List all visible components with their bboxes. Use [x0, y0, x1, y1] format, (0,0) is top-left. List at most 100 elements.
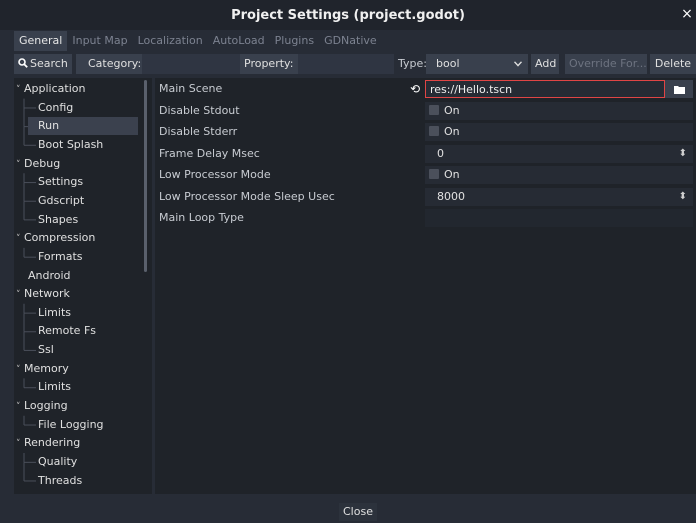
- checkbox-icon[interactable]: [429, 126, 439, 136]
- tree-item-limits[interactable]: Limits: [28, 378, 138, 396]
- tree-item-label: Network: [24, 287, 70, 301]
- type-select[interactable]: bool: [426, 54, 528, 74]
- type-select-value: bool: [436, 57, 460, 70]
- close-button[interactable]: Close: [339, 503, 377, 521]
- property-label: Low Processor Mode Sleep Usec: [159, 189, 335, 203]
- main-scene-path-field[interactable]: res://Hello.tscn: [425, 80, 665, 98]
- dialog-footer: Close: [0, 494, 696, 523]
- property-label: Disable Stderr: [159, 125, 238, 138]
- expand-chevron-icon[interactable]: ˅: [16, 286, 24, 304]
- tree-item-android[interactable]: Android: [16, 267, 138, 285]
- property-label: Main Loop Type: [159, 211, 244, 224]
- tree-item-label: Run: [38, 119, 60, 133]
- property-inspector: Main Scene ⟲ res://Hello.tscn Disable Stdou…: [155, 78, 696, 494]
- add-button[interactable]: Add: [531, 54, 559, 74]
- expand-chevron-icon[interactable]: ˅: [16, 435, 24, 453]
- tab-autoload[interactable]: AutoLoad: [208, 31, 270, 51]
- property-label: Disable Stdout: [159, 103, 240, 117]
- expand-chevron-icon[interactable]: ˅: [16, 361, 24, 379]
- number-spinbox[interactable]: 8000 ⬍: [425, 187, 693, 206]
- tree-item-label: Android: [28, 268, 71, 282]
- expand-chevron-icon[interactable]: ˅: [16, 156, 24, 174]
- bool-checkbox[interactable]: On: [425, 123, 693, 141]
- bool-checkbox[interactable]: On: [425, 101, 693, 120]
- category-label: Category:: [76, 54, 142, 74]
- property-label: Frame Delay Msec: [159, 146, 260, 160]
- tab-gdnative[interactable]: GDNative: [319, 31, 382, 51]
- property-label: Property:: [240, 54, 298, 74]
- tree-item-label: Memory: [24, 361, 69, 375]
- tree-item-network[interactable]: ˅ Network: [16, 285, 138, 303]
- tree-item-label: Shapes: [38, 212, 79, 226]
- tree-item-config[interactable]: Config: [28, 99, 138, 117]
- tree-item-rendering[interactable]: ˅ Rendering: [16, 434, 138, 452]
- search-icon: [18, 58, 28, 68]
- tab-plugins[interactable]: Plugins: [270, 31, 319, 51]
- tree-item-shapes[interactable]: Shapes: [28, 211, 138, 229]
- tree-item-label: Remote Fs: [38, 324, 96, 338]
- tree-item-quality[interactable]: Quality: [28, 453, 138, 471]
- tree-item-application[interactable]: ˅ Application: [16, 80, 138, 98]
- tree-item-label: Quality: [38, 455, 78, 468]
- tree-item-remote-fs[interactable]: Remote Fs: [28, 322, 138, 340]
- override-for-button[interactable]: Override For...: [565, 54, 647, 74]
- tree-scrollbar[interactable]: [144, 80, 147, 272]
- tree-item-compression[interactable]: ˅ Compression: [16, 229, 138, 247]
- checkbox-icon[interactable]: [429, 169, 439, 179]
- tree-item-label: Limits: [38, 380, 71, 394]
- spinner-arrows-icon[interactable]: ⬍: [679, 188, 687, 206]
- revert-icon[interactable]: ⟲: [410, 80, 420, 98]
- expand-chevron-icon[interactable]: ˅: [16, 81, 24, 99]
- tree-item-run[interactable]: Run: [28, 117, 138, 136]
- tree-item-logging[interactable]: ˅ Logging: [16, 397, 138, 415]
- tree-item-label: Compression: [24, 231, 96, 245]
- folder-icon: [673, 85, 685, 94]
- tree-item-label: Limits: [38, 305, 71, 319]
- browse-folder-button[interactable]: [665, 80, 693, 98]
- tab-localization[interactable]: Localization: [133, 31, 208, 51]
- title-bar: Project Settings (project.godot) ×: [0, 0, 696, 30]
- tree-item-threads[interactable]: Threads: [28, 472, 138, 490]
- tree-item-formats[interactable]: Formats: [28, 248, 138, 266]
- tree-item-gdscript[interactable]: Gdscript: [28, 192, 138, 210]
- search-button[interactable]: Search: [14, 54, 72, 74]
- category-input[interactable]: [142, 54, 240, 74]
- search-label: Search: [30, 57, 68, 70]
- tab-input-map[interactable]: Input Map: [67, 31, 132, 51]
- tab-general[interactable]: General: [14, 31, 68, 51]
- expand-chevron-icon[interactable]: ˅: [16, 398, 24, 416]
- type-label: Type:: [398, 57, 427, 70]
- property-label: Main Scene: [159, 82, 223, 95]
- close-icon[interactable]: ×: [680, 6, 694, 22]
- spinbox-value: 8000: [437, 189, 465, 203]
- tree-item-settings[interactable]: Settings: [28, 173, 138, 191]
- chevron-down-icon: [514, 61, 522, 67]
- property-label: Low Processor Mode: [159, 168, 271, 181]
- text-field[interactable]: [425, 209, 693, 227]
- tree-item-boot-splash[interactable]: Boot Splash: [28, 136, 138, 154]
- expand-chevron-icon[interactable]: ˅: [16, 230, 24, 248]
- tree-item-label: Threads: [38, 473, 83, 487]
- category-tree: ˅ Application Config Run Boot Splash ˅ Debug Se…: [14, 78, 152, 494]
- tree-item-label: Ssl: [38, 343, 54, 357]
- tree-item-label: Settings: [38, 175, 84, 189]
- spinbox-value: 0: [437, 146, 444, 160]
- delete-button[interactable]: Delete: [650, 54, 696, 74]
- spinner-arrows-icon[interactable]: ⬍: [679, 145, 687, 163]
- checkbox-label: On: [444, 168, 460, 181]
- settings-tabs: General Input Map Localization AutoLoad Plug…: [14, 31, 382, 51]
- tree-item-ssl[interactable]: Ssl: [28, 341, 138, 359]
- tree-item-memory[interactable]: ˅ Memory: [16, 360, 138, 378]
- number-spinbox[interactable]: 0 ⬍: [425, 144, 693, 163]
- bool-checkbox[interactable]: On: [425, 166, 693, 184]
- window-title: Project Settings (project.godot): [231, 7, 465, 23]
- checkbox-label: On: [444, 103, 460, 117]
- tree-item-limits[interactable]: Limits: [28, 304, 138, 322]
- tree-item-file-logging[interactable]: File Logging: [28, 416, 138, 434]
- tree-item-label: Logging: [24, 399, 68, 413]
- tree-item-label: Debug: [24, 156, 61, 170]
- tree-item-label: Rendering: [24, 436, 81, 450]
- checkbox-icon[interactable]: [429, 104, 439, 115]
- property-input[interactable]: [298, 54, 394, 74]
- tree-item-debug[interactable]: ˅ Debug: [16, 155, 138, 173]
